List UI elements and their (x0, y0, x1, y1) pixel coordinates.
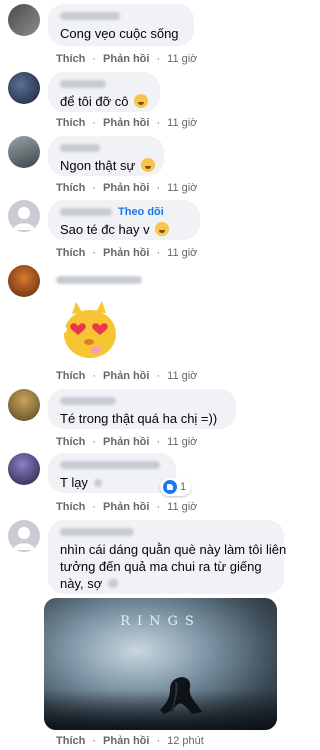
reply-button[interactable]: Phản hồi (103, 53, 149, 65)
like-reaction-icon (163, 480, 177, 494)
like-button[interactable]: Thích (56, 436, 85, 448)
avatar[interactable] (8, 136, 40, 168)
commenter-name-blurred[interactable] (60, 10, 182, 22)
comment-text: để tôi đỡ cô (60, 93, 149, 110)
comment-text: nhìn cái dáng quằn què này làm tôi liên … (60, 541, 288, 592)
comment-actions: Thích · Phản hồi · 11 giờ (56, 436, 198, 448)
tongue-face-icon (140, 158, 155, 172)
like-button[interactable]: Thích (56, 117, 85, 129)
reply-button[interactable]: Phản hồi (103, 436, 149, 448)
comment-time[interactable]: 11 giờ (167, 370, 197, 382)
comment-text-content: nhìn cái dáng quằn què này làm tôi liên … (60, 542, 287, 591)
comment-bubble: Té trong thật quá ha chị =)) (48, 389, 236, 429)
comment-bubble: T lạy (48, 453, 176, 493)
commenter-name-blurred[interactable] (60, 142, 152, 154)
like-button[interactable]: Thích (56, 182, 85, 194)
commenter-name-blurred[interactable] (56, 274, 142, 286)
comment-actions: Thích · Phản hồi · 11 giờ (56, 117, 198, 129)
comment-time[interactable]: 11 giờ (167, 182, 197, 194)
grinning-face-icon (134, 94, 149, 108)
comment-bubble: Cong vẹo cuộc sống (48, 4, 194, 46)
commenter-name-blurred[interactable] (60, 459, 164, 471)
comment-bubble: Theo dõi Sao té đc hay v (48, 200, 200, 240)
avatar[interactable] (8, 453, 40, 485)
like-button[interactable]: Thích (56, 370, 85, 382)
reply-button[interactable]: Phản hồi (103, 370, 149, 382)
avatar[interactable] (8, 200, 40, 232)
comment-bubble: để tôi đỡ cô (48, 72, 160, 112)
comment-time[interactable]: 11 giờ (167, 247, 197, 259)
avatar[interactable] (8, 4, 40, 36)
upside-down-face-icon (155, 222, 170, 236)
default-avatar-icon (13, 207, 35, 230)
comment-actions: Thích · Phản hồi · 12 phút (56, 735, 204, 747)
like-button[interactable]: Thích (56, 53, 85, 65)
reply-button[interactable]: Phản hồi (103, 247, 149, 259)
follow-link[interactable]: Theo dõi (118, 206, 164, 218)
reply-button[interactable]: Phản hồi (103, 501, 149, 513)
commenter-name-blurred[interactable]: Theo dõi (60, 206, 188, 218)
comment-actions: Thích · Phản hồi · 11 giờ (56, 501, 198, 513)
reply-button[interactable]: Phản hồi (103, 117, 149, 129)
avatar[interactable] (8, 265, 40, 297)
comment-text-content: Ngon thật sự (60, 158, 136, 173)
comment-time[interactable]: 12 phút (167, 735, 204, 747)
comment-time[interactable]: 11 giờ (167, 117, 197, 129)
avatar[interactable] (8, 72, 40, 104)
like-button[interactable]: Thích (56, 247, 85, 259)
reaction-summary[interactable]: 1 (160, 478, 192, 496)
like-button[interactable]: Thích (56, 735, 85, 747)
comment-actions: Thích · Phản hồi · 11 giờ (56, 182, 198, 194)
comment-text: Ngon thật sự (60, 157, 155, 174)
comment-time[interactable]: 11 giờ (167, 53, 197, 65)
reply-button[interactable]: Phản hồi (103, 735, 149, 747)
commenter-name-blurred[interactable] (60, 78, 148, 90)
comment-text: Té trong thật quá ha chị =)) (60, 411, 218, 426)
heart-eyes-chick-sticker[interactable] (52, 292, 124, 364)
comment-time[interactable]: 11 giờ (167, 436, 197, 448)
comment-text-content: để tôi đỡ cô (60, 94, 129, 109)
avatar[interactable] (8, 520, 40, 552)
comment-actions: Thích · Phản hồi · 11 giờ (56, 247, 198, 259)
default-avatar-icon (13, 527, 35, 550)
commenter-name-blurred[interactable] (60, 526, 272, 538)
reaction-count: 1 (180, 481, 187, 493)
comment-bubble: nhìn cái dáng quằn què này làm tôi liên … (48, 520, 286, 594)
comment-actions: Thích · Phản hồi · 11 giờ (56, 53, 198, 65)
comment-bubble: Ngon thật sự (48, 136, 164, 176)
poster-title: RINGS (120, 614, 201, 629)
avatar[interactable] (8, 389, 40, 421)
comment-actions: Thích · Phản hồi · 11 giờ (56, 370, 198, 382)
comment-time[interactable]: 11 giờ (167, 501, 197, 513)
comment-text-content: Sao té đc hay v (60, 222, 150, 237)
comment-text-content: T lạy (60, 475, 88, 490)
comment-text: Cong vẹo cuộc sống (60, 26, 179, 41)
comment-text: T lạy (60, 474, 164, 491)
like-button[interactable]: Thích (56, 501, 85, 513)
comment-text: Sao té đc hay v (60, 221, 188, 238)
redacted-emoji (93, 479, 102, 487)
poster-ground-shadow (44, 690, 277, 730)
redacted-emoji (107, 579, 118, 588)
rings-movie-poster-image[interactable]: RINGS (44, 598, 277, 730)
reply-button[interactable]: Phản hồi (103, 182, 149, 194)
commenter-name-blurred[interactable] (60, 395, 224, 407)
